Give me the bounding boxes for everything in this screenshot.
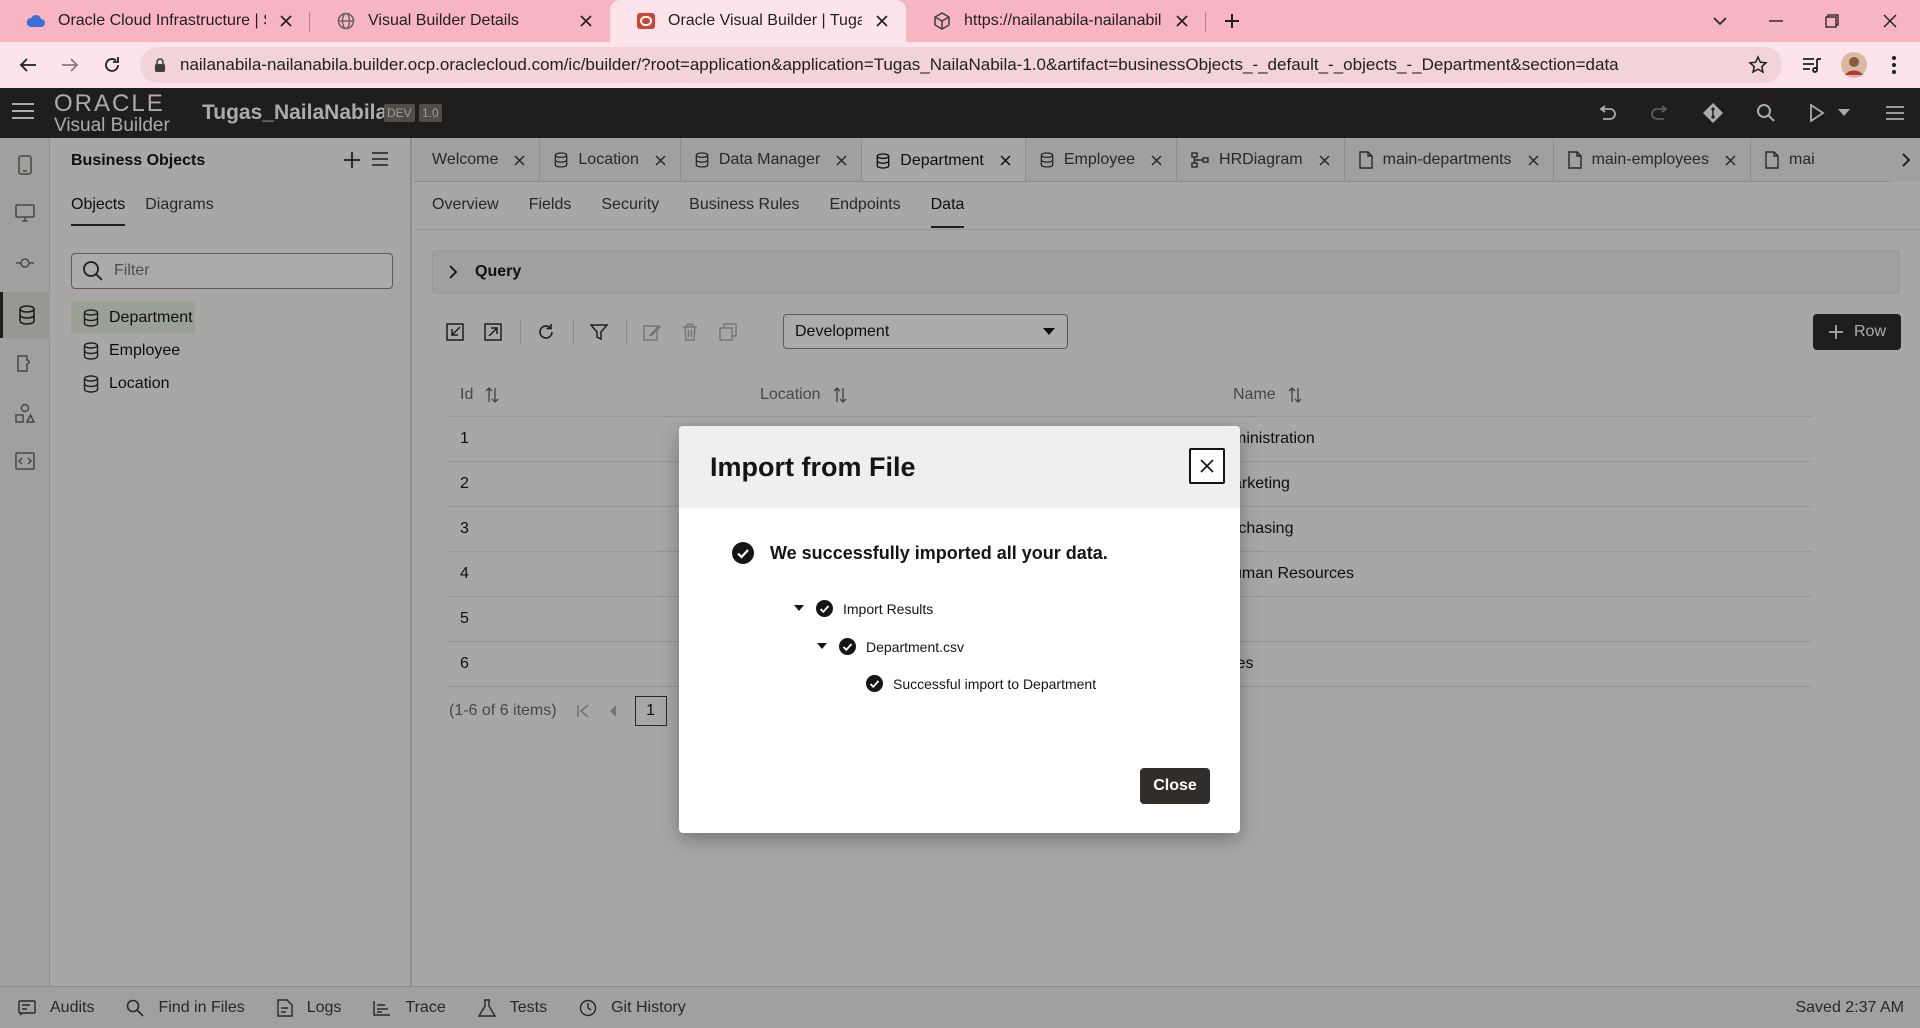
- check-circle-icon: [866, 675, 883, 692]
- browser-tabstrip: Oracle Cloud Infrastructure | Sign Visua…: [0, 0, 1920, 42]
- close-icon[interactable]: [576, 11, 596, 31]
- browser-tab-vb-details[interactable]: Visual Builder Details: [310, 0, 610, 42]
- tree-node-import-result[interactable]: Successful import to Department: [866, 675, 1096, 692]
- tree-node-label: Successful import to Department: [893, 675, 1097, 692]
- arrow-left-icon: [19, 58, 36, 72]
- more-vertical-icon: [1892, 56, 1896, 74]
- close-icon: [1883, 14, 1897, 28]
- avatar-icon: [1841, 52, 1867, 78]
- reading-list-button[interactable]: [1792, 45, 1832, 85]
- restore-icon: [1825, 14, 1839, 28]
- minimize-icon: [1769, 20, 1783, 22]
- profile-avatar[interactable]: [1834, 45, 1874, 85]
- reload-button[interactable]: [92, 45, 132, 85]
- caret-down-icon[interactable]: [817, 643, 827, 650]
- tree-node-label: Import Results: [843, 600, 934, 617]
- dialog-close-x-button[interactable]: [1189, 448, 1225, 484]
- browser-tab-label: Visual Builder Details: [368, 12, 519, 29]
- tab-search-button[interactable]: [1692, 0, 1748, 42]
- tree-node-label: Department.csv: [866, 638, 965, 655]
- back-button[interactable]: [8, 45, 48, 85]
- reload-icon: [105, 57, 119, 72]
- cloud-icon: [26, 11, 46, 31]
- new-tab-button[interactable]: [1212, 0, 1252, 42]
- playlist-icon: [1803, 58, 1821, 73]
- import-dialog: Import from File We successfully importe…: [679, 426, 1240, 833]
- browser-toolbar: nailanabila-nailanabila.builder.ocp.orac…: [0, 42, 1920, 88]
- close-icon[interactable]: [1172, 11, 1192, 31]
- lock-icon: [155, 58, 165, 72]
- caret-down-icon[interactable]: [794, 605, 804, 612]
- tab-separator: [1205, 12, 1206, 32]
- bookmark-star-icon[interactable]: [1748, 55, 1768, 75]
- dialog-close-button[interactable]: Close: [1140, 768, 1210, 804]
- check-circle-icon: [839, 638, 856, 655]
- browser-tab-label: https://nailanabila-nailanabila.bu: [964, 12, 1162, 29]
- window-close-button[interactable]: [1862, 0, 1918, 42]
- close-icon[interactable]: [872, 11, 892, 31]
- cube-icon: [932, 11, 952, 31]
- tree-node-department-csv[interactable]: Department.csv: [817, 638, 964, 655]
- arrow-right-icon: [62, 58, 79, 72]
- check-circle-icon: [816, 600, 833, 617]
- success-message: We successfully imported all your data.: [732, 542, 1108, 564]
- browser-tab-label: Oracle Cloud Infrastructure | Sign: [58, 12, 266, 29]
- close-icon: [1200, 459, 1214, 473]
- forward-button[interactable]: [50, 45, 90, 85]
- restore-button[interactable]: [1804, 0, 1860, 42]
- browser-tab-label: Oracle Visual Builder | Tugas_Nai: [668, 12, 862, 29]
- check-circle-icon: [732, 542, 754, 564]
- dialog-header: Import from File: [679, 426, 1240, 508]
- browser-tab-oci[interactable]: Oracle Cloud Infrastructure | Sign: [0, 0, 310, 42]
- address-bar[interactable]: nailanabila-nailanabila.builder.ocp.orac…: [140, 47, 1782, 83]
- browser-tab-app-preview[interactable]: https://nailanabila-nailanabila.bu: [906, 0, 1206, 42]
- browser-tab-vb-active[interactable]: Oracle Visual Builder | Tugas_Nai: [610, 0, 906, 42]
- dialog-title: Import from File: [710, 452, 916, 482]
- chevron-down-icon: [1713, 17, 1727, 26]
- minimize-button[interactable]: [1748, 0, 1804, 42]
- globe-icon: [336, 11, 356, 31]
- url-text: nailanabila-nailanabila.builder.ocp.orac…: [180, 55, 1619, 74]
- plus-icon: [1225, 14, 1239, 28]
- oracle-icon: [636, 11, 656, 31]
- success-message-text: We successfully imported all your data.: [770, 542, 1108, 563]
- tree-node-import-results[interactable]: Import Results: [794, 600, 933, 617]
- close-icon[interactable]: [276, 11, 296, 31]
- browser-menu-button[interactable]: [1874, 45, 1914, 85]
